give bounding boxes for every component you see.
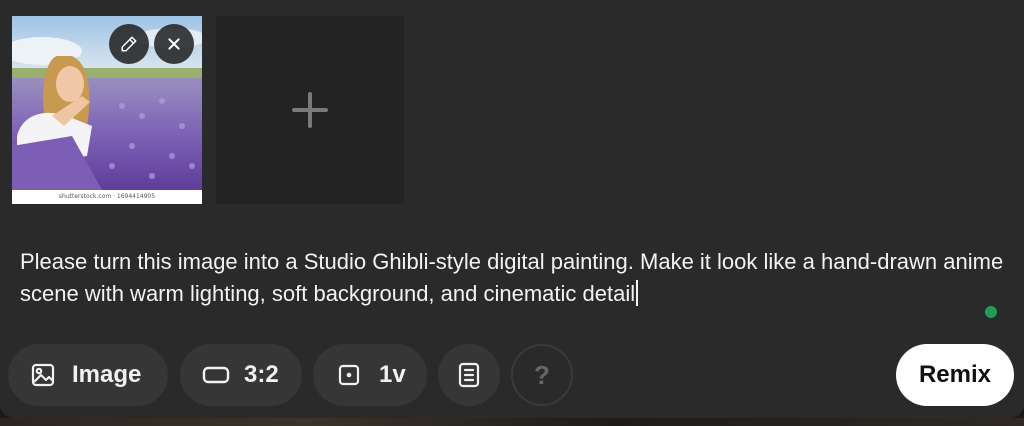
thumbnail-caption: shutterstock.com · 1694414905	[58, 193, 156, 200]
status-indicator	[985, 306, 997, 318]
close-icon	[166, 36, 182, 52]
image-button[interactable]: Image	[8, 344, 168, 406]
attached-image-thumbnail[interactable]: shutterstock.com · 1694414905	[12, 16, 202, 204]
remove-image-button[interactable]	[154, 24, 194, 64]
composer-panel: shutterstock.com · 1694414905 Please tur…	[0, 0, 1024, 418]
add-image-slot[interactable]	[216, 16, 404, 204]
version-label: 1v	[379, 361, 406, 388]
edit-image-button[interactable]	[109, 24, 149, 64]
version-button[interactable]: 1v	[313, 344, 427, 406]
image-button-label: Image	[72, 361, 142, 388]
text-caret	[636, 280, 639, 306]
remix-label: Remix	[918, 361, 992, 388]
notes-icon	[457, 362, 481, 388]
remix-button[interactable]: Remix	[896, 344, 1014, 406]
aspect-ratio-label: 3:2	[244, 361, 279, 388]
pencil-icon	[120, 35, 138, 53]
square-dot-icon	[337, 363, 361, 387]
plus-icon	[290, 90, 330, 130]
prompt-text: Please turn this image into a Studio Ghi…	[20, 249, 1010, 306]
background-strip	[0, 418, 1024, 426]
notes-button[interactable]	[438, 344, 500, 406]
help-label: ?	[534, 359, 550, 390]
image-icon	[30, 362, 56, 388]
help-button[interactable]: ?	[511, 344, 573, 406]
prompt-input[interactable]: Please turn this image into a Studio Ghi…	[20, 246, 1010, 310]
aspect-ratio-button[interactable]: 3:2	[180, 344, 302, 406]
aspect-ratio-icon	[202, 365, 230, 385]
